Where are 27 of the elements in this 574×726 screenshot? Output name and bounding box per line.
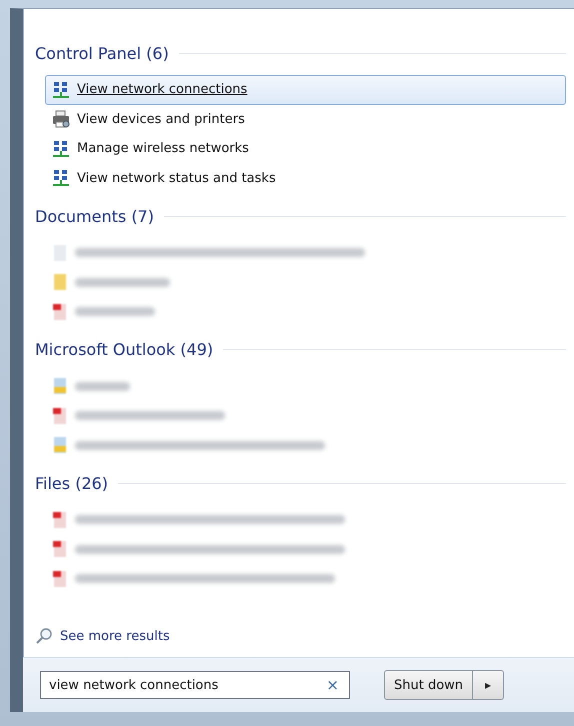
result-item[interactable]: View devices and printers bbox=[45, 104, 566, 134]
pdf-icon bbox=[52, 510, 68, 529]
result-item[interactable]: Manage wireless networks bbox=[45, 134, 566, 164]
search-field[interactable]: view network connections × bbox=[40, 671, 350, 699]
pdf-icon bbox=[52, 406, 68, 425]
clear-button[interactable]: × bbox=[324, 676, 341, 694]
network-icon bbox=[52, 80, 70, 99]
shut-down-options-button[interactable]: ▸ bbox=[473, 670, 504, 700]
pdf-icon bbox=[52, 302, 68, 321]
section-header: Control Panel (6) bbox=[35, 44, 169, 62]
search-icon bbox=[35, 627, 53, 645]
section-header: Documents (7) bbox=[35, 206, 154, 226]
result-item[interactable]: View network status and tasks bbox=[45, 164, 566, 193]
zip-folder-icon bbox=[52, 273, 68, 292]
mail-icon bbox=[52, 377, 68, 396]
section-header: Microsoft Outlook (49) bbox=[35, 340, 214, 359]
network-icon bbox=[52, 169, 70, 188]
network-icon bbox=[52, 140, 70, 158]
pdf-icon bbox=[52, 540, 68, 558]
printer-icon bbox=[52, 110, 70, 128]
section-header: Files (26) bbox=[35, 474, 108, 492]
see-more-link[interactable]: See more results bbox=[23, 627, 170, 657]
pdf-icon bbox=[52, 570, 68, 588]
shut-down-button[interactable]: Shut down bbox=[384, 670, 474, 700]
blurred-text bbox=[75, 382, 130, 391]
mail-icon bbox=[52, 436, 68, 454]
result-item[interactable]: View network connections bbox=[45, 75, 566, 104]
